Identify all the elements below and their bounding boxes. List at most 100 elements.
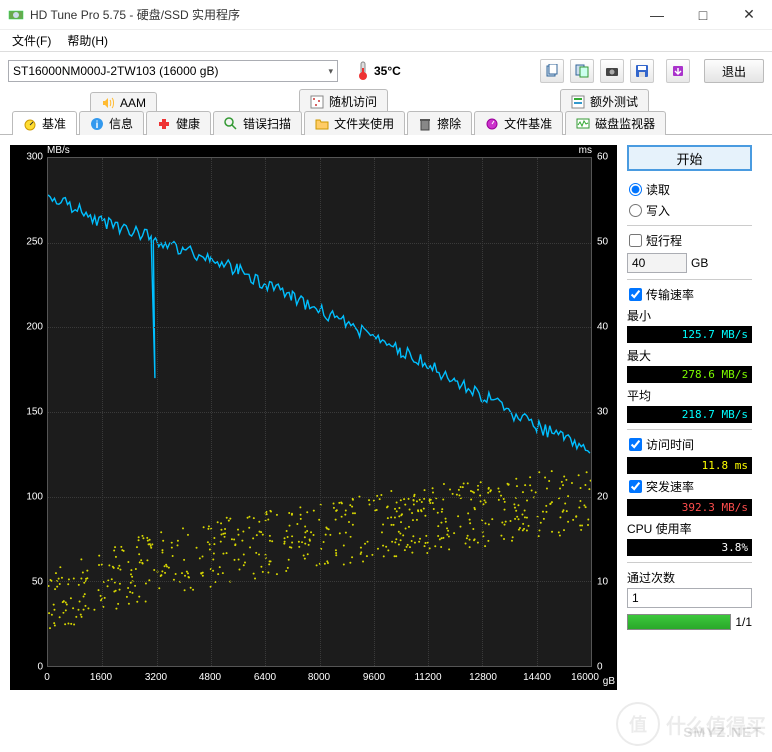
menubar: 文件(F) 帮助(H) (0, 30, 772, 52)
random-icon (310, 95, 324, 109)
titlebar: HD Tune Pro 5.75 - 硬盘/SSD 实用程序 — □ ✕ (0, 0, 772, 30)
watermark-domain: SMYZ.NET (683, 724, 762, 740)
tabs-row-bottom: 基准 i 信息 健康 错误扫描 文件夹使用 擦除 文件基准 磁盘监视器 (0, 112, 772, 134)
burst-check-row[interactable]: 突发速率 (627, 478, 752, 495)
y-right-tick: 30 (597, 407, 608, 418)
menu-file[interactable]: 文件(F) (4, 30, 59, 51)
tab-aam[interactable]: AAM (90, 92, 157, 113)
copy-info-button[interactable] (540, 59, 564, 83)
y-axis-right-label: ms (579, 145, 592, 156)
transferrate-label: 传输速率 (646, 286, 694, 303)
tab-benchmark[interactable]: 基准 (12, 111, 77, 135)
device-select-value: ST16000NM000J-2TW103 (16000 gB) (13, 64, 218, 78)
x-tick: 16000 (571, 672, 599, 683)
shortstroke-value-input[interactable]: 40 (627, 253, 687, 273)
x-tick: 14400 (523, 672, 551, 683)
max-label: 最大 (627, 347, 752, 364)
y-right-tick: 20 (597, 492, 608, 503)
monitor-icon (576, 117, 590, 131)
shortstroke-checkbox[interactable] (629, 234, 642, 247)
file-bench-icon (485, 117, 499, 131)
watermark-circle: 值 (616, 702, 660, 746)
x-axis-unit: gB (603, 676, 615, 687)
app-icon (8, 7, 24, 23)
options-button[interactable] (666, 59, 690, 83)
cpu-label: CPU 使用率 (627, 520, 752, 537)
side-panel: 开始 读取 写入 短行程 40 GB 传输速率 最小 125.7 MB/s 最大… (627, 145, 752, 690)
speaker-icon (101, 96, 115, 110)
x-tick: 1600 (90, 672, 112, 683)
erase-icon (418, 117, 432, 131)
x-tick: 11200 (414, 672, 441, 683)
y-axis-left-label: MB/s (47, 145, 70, 156)
x-tick: 4800 (199, 672, 221, 683)
toolbar: ST16000NM000J-2TW103 (16000 gB) ▾ 35°C 退… (0, 52, 772, 90)
minimize-button[interactable]: — (634, 0, 680, 30)
transferrate-check-row[interactable]: 传输速率 (627, 286, 752, 303)
tab-label: 基准 (42, 115, 66, 132)
shortstroke-unit: GB (691, 256, 708, 270)
chart-canvas (47, 157, 592, 667)
tab-label: 文件基准 (504, 115, 552, 132)
tab-folder-usage[interactable]: 文件夹使用 (304, 111, 405, 135)
avg-label: 平均 (627, 387, 752, 404)
transferrate-checkbox[interactable] (629, 288, 642, 301)
tab-error-scan[interactable]: 错误扫描 (213, 111, 302, 135)
read-label: 读取 (646, 181, 670, 198)
tab-random-access[interactable]: 随机访问 (299, 89, 388, 113)
y-left-tick: 0 (37, 662, 43, 673)
exit-button[interactable]: 退出 (704, 59, 764, 83)
burst-checkbox[interactable] (629, 480, 642, 493)
tab-disk-monitor[interactable]: 磁盘监视器 (565, 111, 666, 135)
shortstroke-check-row[interactable]: 短行程 (627, 232, 752, 249)
close-button[interactable]: ✕ (726, 0, 772, 30)
passes-input[interactable]: 1 (627, 588, 752, 608)
tab-erase[interactable]: 擦除 (407, 111, 472, 135)
tab-label: 磁盘监视器 (595, 115, 655, 132)
avg-value: 218.7 MB/s (627, 406, 752, 423)
y-left-tick: 250 (26, 237, 43, 248)
min-label: 最小 (627, 307, 752, 324)
benchmark-icon (23, 117, 37, 131)
menu-help[interactable]: 帮助(H) (59, 30, 116, 51)
y-right-tick: 60 (597, 152, 608, 163)
y-left-tick: 50 (32, 577, 43, 588)
y-left-tick: 150 (26, 407, 43, 418)
tab-health[interactable]: 健康 (146, 111, 211, 135)
maximize-button[interactable]: □ (680, 0, 726, 30)
device-select[interactable]: ST16000NM000J-2TW103 (16000 gB) ▾ (8, 60, 338, 82)
temperature-value: 35°C (374, 64, 401, 78)
tab-extra-tests[interactable]: 额外测试 (560, 89, 649, 113)
passes-label: 通过次数 (627, 569, 752, 586)
read-radio[interactable] (629, 183, 642, 196)
access-check-row[interactable]: 访问时间 (627, 436, 752, 453)
tab-file-benchmark[interactable]: 文件基准 (474, 111, 563, 135)
x-tick: 12800 (469, 672, 497, 683)
benchmark-chart: MB/s ms 300 250 200 150 100 50 0 60 50 4… (10, 145, 617, 690)
access-checkbox[interactable] (629, 438, 642, 451)
tab-label: AAM (120, 96, 146, 110)
screenshot-button[interactable] (600, 59, 624, 83)
y-left-tick: 300 (26, 152, 43, 163)
start-button[interactable]: 开始 (627, 145, 752, 171)
folder-icon (315, 117, 329, 131)
x-tick: 3200 (145, 672, 167, 683)
save-button[interactable] (630, 59, 654, 83)
tab-label: 健康 (176, 115, 200, 132)
svg-text:i: i (96, 120, 99, 131)
tab-info[interactable]: i 信息 (79, 111, 144, 135)
thermometer-icon (356, 61, 370, 81)
write-label: 写入 (646, 202, 670, 219)
health-icon (157, 117, 171, 131)
min-value: 125.7 MB/s (627, 326, 752, 343)
tab-label: 额外测试 (590, 93, 638, 110)
write-radio[interactable] (629, 204, 642, 217)
write-radio-row[interactable]: 写入 (627, 202, 752, 219)
magnifier-icon (224, 117, 238, 131)
x-tick: 8000 (308, 672, 330, 683)
max-value: 278.6 MB/s (627, 366, 752, 383)
tab-label: 信息 (109, 115, 133, 132)
copy-screenshot-button[interactable] (570, 59, 594, 83)
burst-value: 392.3 MB/s (627, 499, 752, 516)
read-radio-row[interactable]: 读取 (627, 181, 752, 198)
